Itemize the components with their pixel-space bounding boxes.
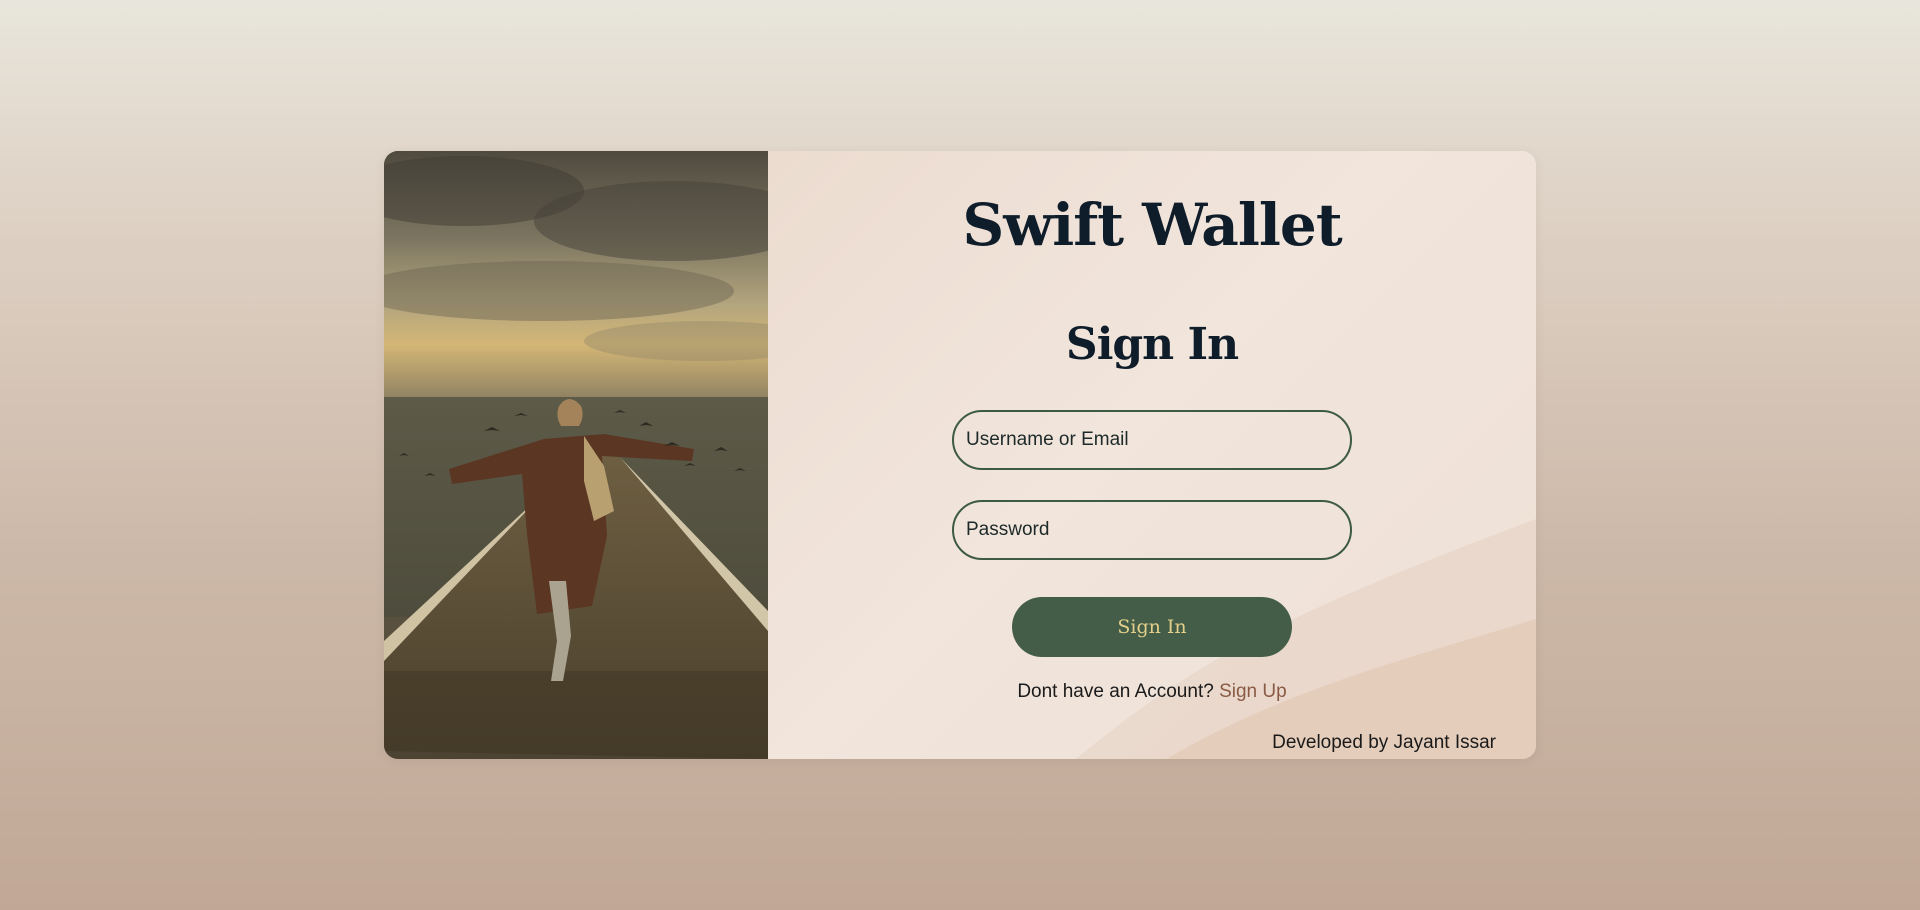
signup-prompt-text: Dont have an Account? bbox=[1017, 681, 1214, 702]
hero-photo bbox=[384, 151, 768, 759]
password-input[interactable] bbox=[952, 500, 1352, 560]
login-card: Swift Wallet Sign In Sign In Dont have a… bbox=[384, 151, 1536, 759]
signin-heading: Sign In bbox=[1065, 319, 1239, 370]
signin-panel: Swift Wallet Sign In Sign In Dont have a… bbox=[768, 151, 1536, 759]
developer-credit: Developed by Jayant Issar bbox=[1272, 732, 1496, 753]
username-email-input[interactable] bbox=[952, 410, 1352, 470]
app-title: Swift Wallet bbox=[962, 191, 1342, 259]
pier-photo-illustration bbox=[384, 151, 768, 759]
signup-prompt: Dont have an Account? Sign Up bbox=[768, 681, 1536, 703]
signup-link[interactable]: Sign Up bbox=[1219, 681, 1287, 702]
signin-button[interactable]: Sign In bbox=[1012, 597, 1292, 657]
